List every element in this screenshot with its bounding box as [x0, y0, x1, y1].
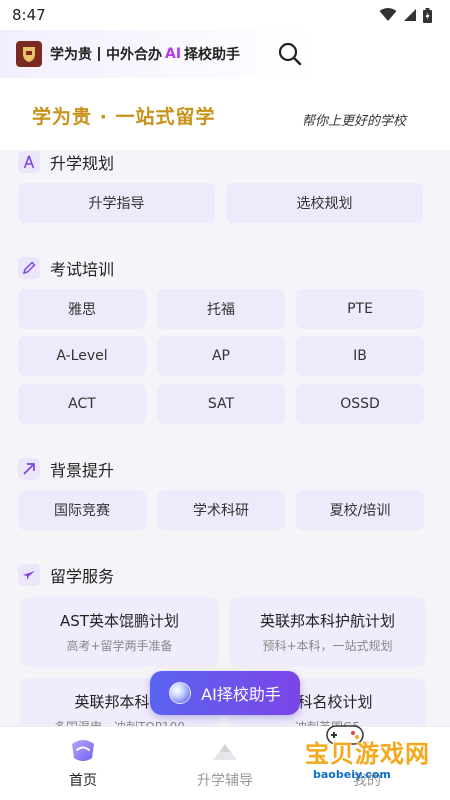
- header-subtitle-ai: AI: [165, 46, 182, 62]
- status-icons: [379, 7, 432, 23]
- service-subtitle: 预科+本科，一站式规划: [262, 639, 393, 653]
- chip-ib[interactable]: IB: [296, 336, 424, 376]
- chip-research[interactable]: 学术科研: [157, 490, 285, 530]
- tab-label: 升学辅导: [197, 773, 253, 789]
- banner-title: 学为贵 · 一站式留学: [32, 106, 216, 128]
- crest-icon: [23, 47, 35, 62]
- chip-toefl[interactable]: 托福: [157, 289, 285, 329]
- section-planning: 升学规划: [18, 150, 114, 174]
- section-title: 留学服务: [50, 567, 115, 586]
- banner-slogan: 帮你上更好的学校: [302, 114, 407, 129]
- signal-icon: [404, 9, 416, 21]
- section-title: 背景提升: [50, 461, 115, 480]
- mountain-icon: [213, 744, 237, 760]
- plane-icon: [18, 564, 40, 586]
- chip-pte[interactable]: PTE: [296, 289, 424, 329]
- chip-ielts[interactable]: 雅思: [18, 289, 146, 329]
- chip-summer-school[interactable]: 夏校/培训: [296, 490, 424, 530]
- chip-planning-guidance[interactable]: 升学指导: [18, 183, 215, 223]
- ai-button-label: AI择校助手: [201, 685, 281, 704]
- tab-tutoring[interactable]: 升学辅导: [150, 727, 300, 800]
- section-title: 升学规划: [50, 154, 115, 173]
- pencil-icon: [18, 257, 40, 279]
- chip-school-selection[interactable]: 选校规划: [226, 183, 423, 223]
- status-bar: 8:47: [0, 0, 450, 30]
- service-card[interactable]: 英联邦本科护航计划 预科+本科，一站式规划: [229, 597, 426, 667]
- section-title: 考试培训: [50, 260, 115, 279]
- search-button[interactable]: [276, 40, 304, 68]
- header-divider: [98, 47, 100, 61]
- service-card[interactable]: AST英本馄鹏计划 高考+留学两手准备: [20, 597, 219, 667]
- chip-competitions[interactable]: 国际竞赛: [18, 490, 146, 530]
- section-services: 留学服务: [18, 563, 114, 587]
- section-background: 背景提升: [18, 457, 114, 481]
- section-exams: 考试培训: [18, 256, 114, 280]
- battery-icon: [423, 7, 432, 23]
- main-content[interactable]: 学为贵 · 一站式留学 帮你上更好的学校 升学规划 升学指导 选校规划 考试培训…: [0, 78, 450, 726]
- watermark: 宝贝游戏网 baobeiy.com: [285, 725, 445, 796]
- wifi-icon: [379, 8, 397, 21]
- tab-home[interactable]: 首页: [8, 727, 158, 800]
- chip-a-level[interactable]: A-Level: [18, 336, 146, 376]
- service-subtitle: 高考+留学两手准备: [66, 639, 173, 653]
- service-subtitle: 多国混申，冲刺TOP100: [54, 718, 185, 726]
- ai-assistant-button[interactable]: AI择校助手: [150, 671, 300, 715]
- ai-orb-icon: [169, 682, 192, 704]
- status-time: 8:47: [12, 6, 46, 24]
- service-title: AST英本馄鹏计划: [60, 612, 179, 630]
- tab-label: 首页: [69, 773, 97, 789]
- chip-ap[interactable]: AP: [157, 336, 285, 376]
- watermark-text: 宝贝游戏网: [305, 740, 430, 768]
- watermark-url: baobeiy.com: [313, 768, 391, 781]
- chip-sat[interactable]: SAT: [157, 384, 285, 424]
- home-icon: [72, 740, 94, 761]
- chip-act[interactable]: ACT: [18, 384, 146, 424]
- header-subtitle-pre: 中外合办: [106, 47, 162, 63]
- brand-logo: [16, 41, 42, 67]
- app-header: 学为贵 中外合办 AI 择校助手: [0, 30, 450, 78]
- service-title: 英联邦本科护航计划: [259, 612, 395, 630]
- arrow-up-right-icon: [18, 458, 40, 480]
- header-brand: 学为贵: [50, 47, 92, 63]
- compass-icon: [18, 151, 40, 173]
- chip-ossd[interactable]: OSSD: [296, 384, 424, 424]
- banner: 学为贵 · 一站式留学 帮你上更好的学校: [0, 78, 450, 150]
- header-subtitle-post: 择校助手: [184, 47, 241, 63]
- header-title: 学为贵 中外合办 AI 择校助手: [50, 44, 240, 64]
- search-icon: [278, 42, 302, 66]
